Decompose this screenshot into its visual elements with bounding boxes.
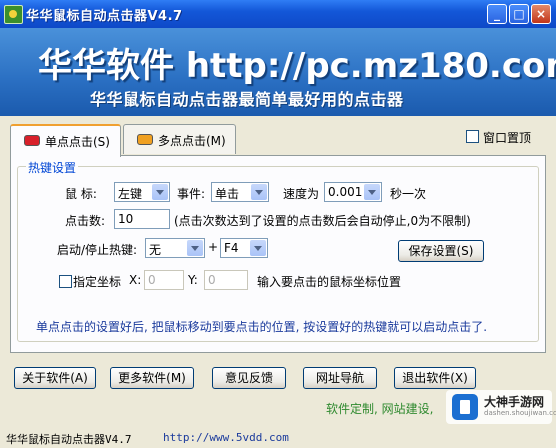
url-nav-button[interactable]: 网址导航 [303, 367, 377, 389]
exit-button[interactable]: 退出软件(X) [394, 367, 476, 389]
status-app-name: 华华鼠标自动点击器V4.7 [6, 433, 132, 446]
window-title: 华华鼠标自动点击器V4.7 [26, 9, 183, 24]
title-bar[interactable]: 华华鼠标自动点击器V4.7 _ □ × [0, 0, 556, 28]
banner-slogan: 华华鼠标自动点击器最简单最好用的点击器 [90, 90, 404, 109]
hotkey-key-select[interactable]: F4 [220, 238, 268, 258]
more-software-button[interactable]: 更多软件(M) [110, 367, 194, 389]
event-select[interactable]: 单击 [211, 182, 269, 202]
chevron-down-icon[interactable] [364, 184, 380, 200]
clicks-note: (点击次数达到了设置的点击数后会自动停止,0为不限制) [174, 214, 471, 228]
x-coordinate-input[interactable]: 0 [144, 270, 184, 290]
chevron-down-icon[interactable] [250, 240, 266, 256]
feedback-button[interactable]: 意见反馈 [212, 367, 286, 389]
hotkey-key-value: F4 [224, 241, 239, 255]
event-label: 事件: [177, 187, 206, 201]
always-on-top-label: 窗口置顶 [483, 131, 532, 145]
close-icon: × [535, 7, 547, 21]
coords-note: 输入要点击的鼠标坐标位置 [257, 275, 402, 289]
status-url[interactable]: http://www.5vdd.com [163, 431, 289, 444]
hotkey-modifier-value: 无 [149, 243, 162, 257]
hotkey-modifier-select[interactable]: 无 [145, 238, 205, 258]
hotkey-plus: + [208, 240, 219, 254]
click-count-input[interactable]: 10 [114, 209, 170, 229]
chevron-down-icon[interactable] [251, 184, 267, 200]
speed-select[interactable]: 0.001 [324, 182, 382, 202]
orange-mouse-icon [137, 134, 153, 145]
mouse-label: 鼠 标: [65, 187, 97, 201]
minimize-icon: _ [494, 7, 500, 21]
mouse-button-select[interactable]: 左键 [114, 182, 170, 202]
close-button[interactable]: × [531, 4, 551, 24]
y-label: Y: [188, 273, 198, 287]
tab-single-click[interactable]: 单点点击(S) [10, 124, 121, 157]
specify-coords-label: 指定坐标 [73, 275, 122, 289]
specify-coords-checkbox[interactable] [59, 275, 72, 288]
status-bar: 华华鼠标自动点击器V4.7 http://www.5vdd.com [0, 428, 556, 448]
banner-headline: 华华软件 http://pc.mz180.com [38, 46, 556, 86]
usage-hint: 单点点击的设置好后, 把鼠标移动到要点击的位置, 按设置好的热键就可以启动点击了… [36, 320, 488, 334]
hotkey-group-title: 热键设置 [26, 159, 79, 176]
x-label: X: [129, 273, 142, 287]
app-icon [4, 5, 23, 24]
chevron-down-icon[interactable] [187, 240, 203, 256]
app-window: 华华鼠标自动点击器V4.7 _ □ × 华华软件 http://pc.mz180… [0, 0, 556, 448]
chevron-down-icon[interactable] [152, 184, 168, 200]
hotkey-label: 启动/停止热键: [57, 243, 138, 257]
mouse-button-value: 左键 [118, 187, 143, 201]
tab-multi-click[interactable]: 多点点击(M) [123, 124, 236, 154]
event-value: 单击 [215, 187, 240, 201]
clicks-label: 点击数: [65, 214, 106, 228]
watermark-logo-icon [452, 394, 478, 420]
minimize-button[interactable]: _ [487, 4, 507, 24]
speed-value: 0.001 [328, 185, 363, 199]
save-settings-button[interactable]: 保存设置(S) [398, 240, 484, 262]
always-on-top-checkbox[interactable] [466, 130, 479, 143]
y-coordinate-input[interactable]: 0 [204, 270, 248, 290]
watermark: 大神手游网 dashen.shoujiwan.com [446, 390, 556, 424]
tab-multi-click-label: 多点点击(M) [158, 134, 226, 148]
watermark-sub: dashen.shoujiwan.com [484, 409, 556, 417]
watermark-name: 大神手游网 [484, 395, 545, 409]
maximize-icon: □ [513, 7, 525, 21]
custom-dev-link[interactable]: 软件定制, 网站建设, [326, 400, 433, 417]
maximize-button[interactable]: □ [509, 4, 529, 24]
speed-unit: 秒一次 [390, 187, 427, 201]
banner: 华华软件 http://pc.mz180.com 华华鼠标自动点击器最简单最好用… [0, 28, 556, 116]
red-mouse-icon [24, 135, 40, 146]
tab-single-click-label: 单点点击(S) [45, 135, 110, 149]
about-button[interactable]: 关于软件(A) [14, 367, 96, 389]
speed-label: 速度为 [283, 187, 320, 201]
